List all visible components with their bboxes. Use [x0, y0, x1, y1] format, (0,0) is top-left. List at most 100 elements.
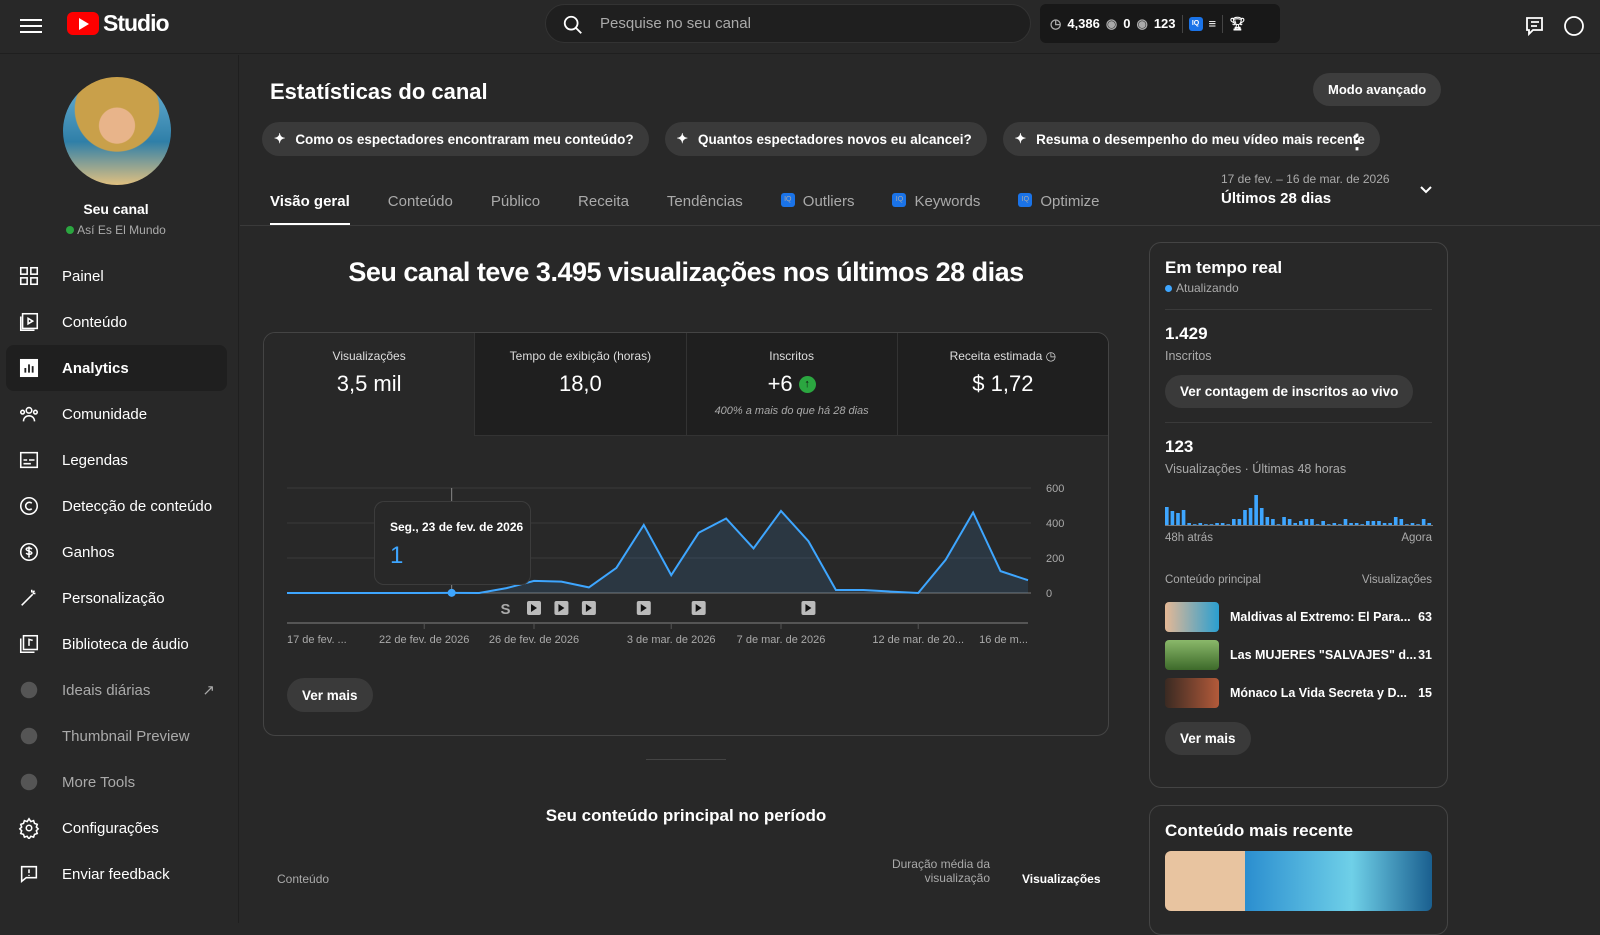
realtime-bar — [1421, 519, 1426, 525]
realtime-bar — [1181, 510, 1186, 525]
realtime-bar — [1388, 523, 1392, 525]
vidiq-icon — [20, 773, 38, 791]
eye-icon: ◉ — [1105, 15, 1118, 31]
arrow-up-icon: ↑ — [798, 375, 816, 393]
sidebar-item-conteudo[interactable]: Conteúdo — [6, 299, 227, 345]
sidebar-item-deteccao-de-conteudo[interactable]: Detecção de conteúdo — [6, 483, 227, 529]
realtime-video-row[interactable]: Maldivas al Extremo: El Para... 63 — [1165, 598, 1432, 636]
column-avg-duration[interactable]: Duração média da visualização — [880, 857, 990, 885]
channel-name: Seu canal — [83, 201, 149, 217]
top-bar: Studio ◷4,386 ◉0 ◉123 IQ ≡ 🏆︎ — [0, 0, 1600, 54]
realtime-bar — [1371, 521, 1376, 525]
realtime-bar — [1343, 519, 1348, 525]
sidebar-item-ideais-diarias[interactable]: Ideais diárias ↗ — [6, 667, 227, 713]
advanced-mode-button[interactable]: Modo avançado — [1313, 73, 1442, 106]
trophy-icon[interactable]: 🏆︎ — [1229, 16, 1246, 32]
content-icon — [19, 312, 39, 332]
realtime-bar — [1304, 519, 1309, 525]
realtime-bar — [1366, 521, 1370, 525]
realtime-bar — [1354, 523, 1359, 525]
help-icon[interactable] — [1562, 14, 1586, 38]
more-options-icon[interactable]: ⋮ — [1347, 129, 1367, 154]
column-content[interactable]: Conteúdo — [277, 872, 329, 886]
realtime-bar — [1237, 519, 1242, 525]
sidebar-item-thumbnail-preview[interactable]: Thumbnail Preview — [6, 713, 227, 759]
list-icon[interactable]: ≡ — [1209, 16, 1217, 31]
latest-video-thumbnail[interactable] — [1165, 851, 1432, 911]
realtime-bar-chart[interactable] — [1165, 494, 1433, 526]
realtime-video-row[interactable]: Las MUJERES "SALVAJES" d... 31 — [1165, 636, 1432, 674]
sidebar-item-biblioteca-de-audio[interactable]: Biblioteca de áudio — [6, 621, 227, 667]
clock-icon: ◷ — [1050, 15, 1062, 31]
sparkle-icon: ✦ — [274, 131, 286, 146]
sidebar-item-configuracoes[interactable]: Configurações — [6, 805, 227, 851]
vidiq-icon: IQ — [780, 193, 795, 207]
sparkle-icon: ✦ — [1014, 131, 1027, 146]
realtime-bar — [1382, 523, 1387, 525]
page-title: Estatísticas do canal — [270, 79, 488, 104]
realtime-bar — [1198, 523, 1203, 525]
overview-card: Visualizações 3,5 mil Tempo de exibição (… — [263, 332, 1109, 736]
tab-optimize[interactable]: IQ Optimize — [1018, 185, 1100, 225]
channel-avatar[interactable] — [63, 77, 171, 185]
realtime-card: Em tempo real Atualizando 1.429 Inscrito… — [1149, 242, 1448, 788]
chevron-down-icon[interactable] — [1418, 182, 1434, 198]
column-views[interactable]: Visualizações — [1022, 872, 1101, 886]
realtime-bar — [1259, 508, 1264, 525]
realtime-bar — [1265, 517, 1270, 525]
vidiq-icon[interactable]: IQ — [1188, 16, 1203, 31]
metric-subscribers[interactable]: Inscritos +6 ↑ 400% a mais do que há 28 dia… — [686, 333, 898, 436]
metric-views[interactable]: Visualizações 3,5 mil — [264, 333, 476, 436]
vidiq-icon — [20, 681, 38, 699]
realtime-bar — [1271, 519, 1275, 525]
search-box[interactable] — [545, 4, 1031, 43]
realtime-bar — [1215, 523, 1219, 525]
youtube-logo-icon — [67, 12, 99, 35]
sidebar-item-personalizacao[interactable]: Personalização — [6, 575, 227, 621]
see-more-button[interactable]: Ver mais — [287, 678, 373, 712]
realtime-bar — [1321, 521, 1325, 525]
realtime-bar — [1416, 524, 1420, 525]
audio-library-icon — [19, 634, 39, 654]
community-icon — [19, 406, 39, 422]
x-tick-label: 12 de mar. de 20... — [872, 634, 964, 646]
sidebar-item-painel[interactable]: Painel — [6, 253, 227, 299]
studio-logo[interactable]: Studio — [67, 10, 170, 37]
sidebar-item-ganhos[interactable]: Ganhos — [6, 529, 227, 575]
external-link-icon: ↗ — [202, 682, 215, 699]
suggestion-chip[interactable]: ✦ Quantos espectadores novos eu alcancei? — [664, 122, 987, 156]
tab-visao-geral[interactable]: Visão geral — [270, 185, 350, 225]
vidiq-icon — [20, 727, 38, 745]
realtime-bar — [1276, 524, 1281, 525]
sidebar-item-analytics[interactable]: Analytics — [6, 345, 227, 391]
tab-receita[interactable]: Receita — [578, 185, 629, 225]
x-tick-label: 3 de mar. de 2026 — [627, 634, 716, 646]
realtime-bar — [1332, 523, 1337, 525]
tab-outliers[interactable]: IQ Outliers — [780, 185, 854, 225]
tab-keywords[interactable]: IQ Keywords — [892, 185, 980, 225]
realtime-bar — [1287, 519, 1292, 525]
realtime-bar — [1349, 523, 1353, 525]
tab-tendencias[interactable]: Tendências — [667, 185, 743, 225]
realtime-see-more-button[interactable]: Ver mais — [1165, 722, 1251, 755]
sidebar-item-more-tools[interactable]: More Tools — [6, 759, 227, 805]
suggestion-chip[interactable]: ✦ Como os espectadores encontraram meu co… — [262, 122, 649, 156]
realtime-bar — [1165, 507, 1169, 525]
create-feedback-icon[interactable] — [1524, 14, 1548, 38]
sidebar-item-enviar-feedback[interactable]: Enviar feedback — [6, 851, 227, 897]
metric-watch-time[interactable]: Tempo de exibição (horas) 18,0 — [475, 333, 687, 436]
realtime-video-row[interactable]: Mónaco La Vida Secreta y D... 15 — [1165, 674, 1432, 712]
video-thumbnail — [1165, 678, 1219, 708]
sidebar-item-comunidade[interactable]: Comunidade — [6, 391, 227, 437]
search-input[interactable] — [600, 5, 1000, 42]
tab-publico[interactable]: Público — [491, 185, 540, 225]
tab-conteudo[interactable]: Conteúdo — [388, 185, 453, 225]
realtime-bar — [1209, 524, 1214, 525]
realtime-bar — [1176, 513, 1180, 525]
live-subscriber-count-button[interactable]: Ver contagem de inscritos ao vivo — [1165, 375, 1414, 408]
date-range-picker[interactable]: 17 de fev. – 16 de mar. de 2026 Últimos 2… — [1221, 172, 1390, 207]
suggestion-chip[interactable]: ✦ Resuma o desempenho do meu vídeo mais r… — [1002, 122, 1380, 156]
hamburger-menu-icon[interactable] — [20, 15, 42, 37]
metric-revenue[interactable]: Receita estimada ◷ $ 1,72 — [897, 333, 1108, 436]
sidebar-item-legendas[interactable]: Legendas — [6, 437, 227, 483]
